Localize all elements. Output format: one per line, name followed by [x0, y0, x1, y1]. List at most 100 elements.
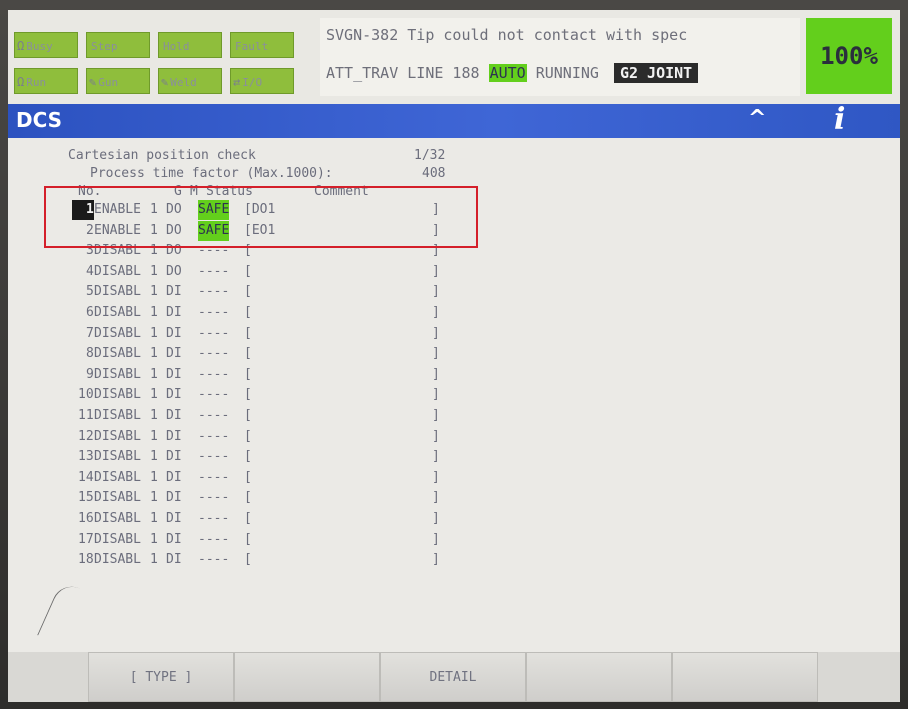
function-key-f5[interactable] — [672, 652, 818, 702]
row-comment[interactable]: [ — [244, 488, 252, 508]
function-key-f1[interactable]: [ TYPE ] — [88, 652, 234, 702]
row-state[interactable]: DISABL — [94, 344, 141, 364]
row-state[interactable]: DISABL — [94, 447, 141, 467]
row-group: 1 — [150, 511, 158, 526]
row-comment[interactable]: [ — [244, 262, 252, 282]
row-state[interactable]: DISABL — [94, 427, 141, 447]
row-group: 1 — [150, 263, 158, 279]
info-icon[interactable]: i — [834, 102, 845, 137]
screen-title: DCS — [16, 108, 63, 132]
row-state[interactable]: DISABL — [94, 385, 141, 405]
coordinate-mode-badge: G2 JOINT — [613, 63, 699, 83]
row-number[interactable]: 10 — [78, 385, 94, 405]
row-number[interactable]: 7 — [86, 324, 94, 344]
alarm-message: SVGN-382 Tip could not contact with spec — [326, 26, 688, 44]
row-number[interactable]: 16 — [78, 509, 94, 529]
row-mode: DI — [166, 325, 182, 341]
row-state[interactable]: DISABL — [94, 324, 141, 344]
row-number[interactable]: 5 — [86, 282, 94, 302]
function-key-f2[interactable] — [234, 652, 380, 702]
function-key-f4[interactable] — [526, 652, 672, 702]
status-indicator-row2-0: Ω Run — [14, 68, 78, 94]
row-group: 1 — [150, 449, 158, 465]
row-status: ---- — [198, 305, 230, 320]
row-comment-end: ] — [432, 366, 440, 382]
alarm-message-box[interactable]: SVGN-382 Tip could not contact with spec… — [320, 18, 800, 96]
row-comment-end: ] — [432, 263, 440, 279]
row-state[interactable]: DISABL — [94, 406, 141, 426]
row-comment[interactable]: [ — [244, 427, 252, 447]
row-comment[interactable]: [ — [244, 303, 252, 323]
indicator-label: Gun — [98, 76, 119, 89]
row-status: ---- — [198, 449, 230, 465]
row-number[interactable]: 4 — [86, 262, 94, 282]
row-state[interactable]: DISABL — [94, 509, 141, 529]
row-comment[interactable]: [ — [244, 447, 252, 467]
row-status: ---- — [198, 469, 230, 485]
row-comment-end: ] — [432, 346, 440, 362]
row-mode: DI — [166, 511, 182, 526]
row-number[interactable]: 11 — [78, 406, 94, 426]
row-state[interactable]: DISABL — [94, 282, 141, 302]
status-indicator-row1-0: Ω Busy — [14, 32, 78, 58]
row-state[interactable]: DISABL — [94, 303, 141, 323]
maximize-icon[interactable]: ^ — [748, 106, 766, 131]
row-comment[interactable]: [ — [244, 344, 252, 364]
status-indicator-row1-3: Fault — [230, 32, 294, 58]
row-comment-end: ] — [432, 408, 440, 423]
row-number[interactable]: 15 — [78, 488, 94, 508]
row-state[interactable]: DISABL — [94, 530, 141, 550]
row-mode: DI — [166, 449, 182, 465]
row-status: ---- — [198, 366, 230, 382]
row-comment[interactable]: [ — [244, 550, 252, 570]
row-comment[interactable]: [ — [244, 509, 252, 529]
row-comment-end: ] — [432, 511, 440, 526]
row-status: ---- — [198, 511, 230, 526]
row-number[interactable]: 17 — [78, 530, 94, 550]
row-status: ---- — [198, 325, 230, 341]
row-mode: DI — [166, 490, 182, 506]
row-number[interactable]: 12 — [78, 427, 94, 447]
row-status: ---- — [198, 284, 230, 300]
row-comment[interactable]: [ — [244, 282, 252, 302]
row-number[interactable]: 6 — [86, 303, 94, 323]
row-state[interactable]: DISABL — [94, 550, 141, 570]
program-status-line: ATT_TRAV LINE 188 AUTO RUNNING G2 JOINT — [326, 63, 699, 83]
row-state[interactable]: DISABL — [94, 468, 141, 488]
row-number[interactable]: 8 — [86, 344, 94, 364]
row-comment[interactable]: [ — [244, 385, 252, 405]
row-number[interactable]: 13 — [78, 447, 94, 467]
row-comment[interactable]: [ — [244, 406, 252, 426]
row-status: ---- — [198, 490, 230, 506]
indicator-label: Fault — [235, 40, 269, 53]
row-comment[interactable]: [ — [244, 468, 252, 488]
row-number[interactable]: 18 — [78, 550, 94, 570]
process-time-label: Process time factor (Max.1000): — [90, 166, 333, 181]
row-state[interactable]: DISABL — [94, 365, 141, 385]
row-comment[interactable]: [ — [244, 530, 252, 550]
row-mode: DI — [166, 387, 182, 403]
process-time-value[interactable]: 408 — [422, 164, 445, 184]
row-state[interactable]: DISABL — [94, 488, 141, 508]
row-group: 1 — [150, 387, 158, 403]
page-indicator: 1/32 — [414, 148, 446, 163]
row-mode: DI — [166, 305, 182, 320]
row-comment-end: ] — [432, 469, 440, 485]
status-indicator-row2-1: ✎ Gun — [86, 68, 150, 94]
row-state[interactable]: DISABL — [94, 262, 141, 282]
pen-mark — [37, 580, 90, 648]
row-status: ---- — [198, 552, 230, 568]
row-number[interactable]: 14 — [78, 468, 94, 488]
row-comment-end: ] — [432, 305, 440, 320]
highlight-box — [44, 186, 478, 248]
row-mode: DI — [166, 408, 182, 423]
function-key-f3[interactable]: DETAIL — [380, 652, 526, 702]
row-comment[interactable]: [ — [244, 365, 252, 385]
indicator-icon: ⇄ — [233, 75, 241, 89]
indicator-label: Run — [26, 76, 47, 89]
row-number[interactable]: 9 — [86, 365, 94, 385]
speed-override[interactable]: 100% — [806, 18, 892, 94]
row-group: 1 — [150, 325, 158, 341]
row-mode: DI — [166, 346, 182, 362]
row-comment[interactable]: [ — [244, 324, 252, 344]
